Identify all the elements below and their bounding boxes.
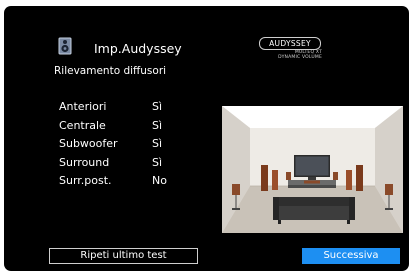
- repeat-last-test-button[interactable]: Ripeti ultimo test: [49, 248, 198, 264]
- detection-row: Subwoofer Sì: [59, 135, 167, 154]
- detection-value: Sì: [152, 155, 163, 169]
- detection-label: Surr.post.: [59, 174, 112, 187]
- detection-label: Surround: [59, 155, 110, 169]
- next-button[interactable]: Successiva: [302, 248, 400, 264]
- room-illustration: [222, 106, 403, 233]
- detection-label: Centrale: [59, 118, 106, 132]
- detection-row: Surr.post. No: [59, 172, 167, 191]
- detection-row: Anteriori Sì: [59, 98, 167, 117]
- audyssey-logo: AUDYSSEY MULTEQ XT DYNAMIC VOLUME: [256, 37, 348, 63]
- detection-value: No: [152, 174, 167, 187]
- detection-value: Sì: [152, 118, 163, 132]
- page-subtitle: Rilevamento diffusori: [54, 65, 167, 77]
- speaker-icon: [58, 37, 72, 55]
- detection-value: Sì: [152, 100, 163, 113]
- setup-screen: Imp.Audyssey Rilevamento diffusori AUDYS…: [4, 6, 409, 271]
- logo-line2: DYNAMIC VOLUME: [278, 55, 322, 60]
- detection-row: Surround Sì: [59, 154, 167, 173]
- detection-list: Anteriori Sì Centrale Sì Subwoofer Sì Su…: [59, 98, 167, 191]
- detection-value: Sì: [152, 137, 163, 150]
- page-title: Imp.Audyssey: [94, 41, 182, 56]
- detection-row: Centrale Sì: [59, 117, 167, 136]
- logo-brand: AUDYSSEY: [259, 37, 321, 50]
- detection-label: Subwoofer: [59, 137, 118, 150]
- detection-label: Anteriori: [59, 100, 107, 113]
